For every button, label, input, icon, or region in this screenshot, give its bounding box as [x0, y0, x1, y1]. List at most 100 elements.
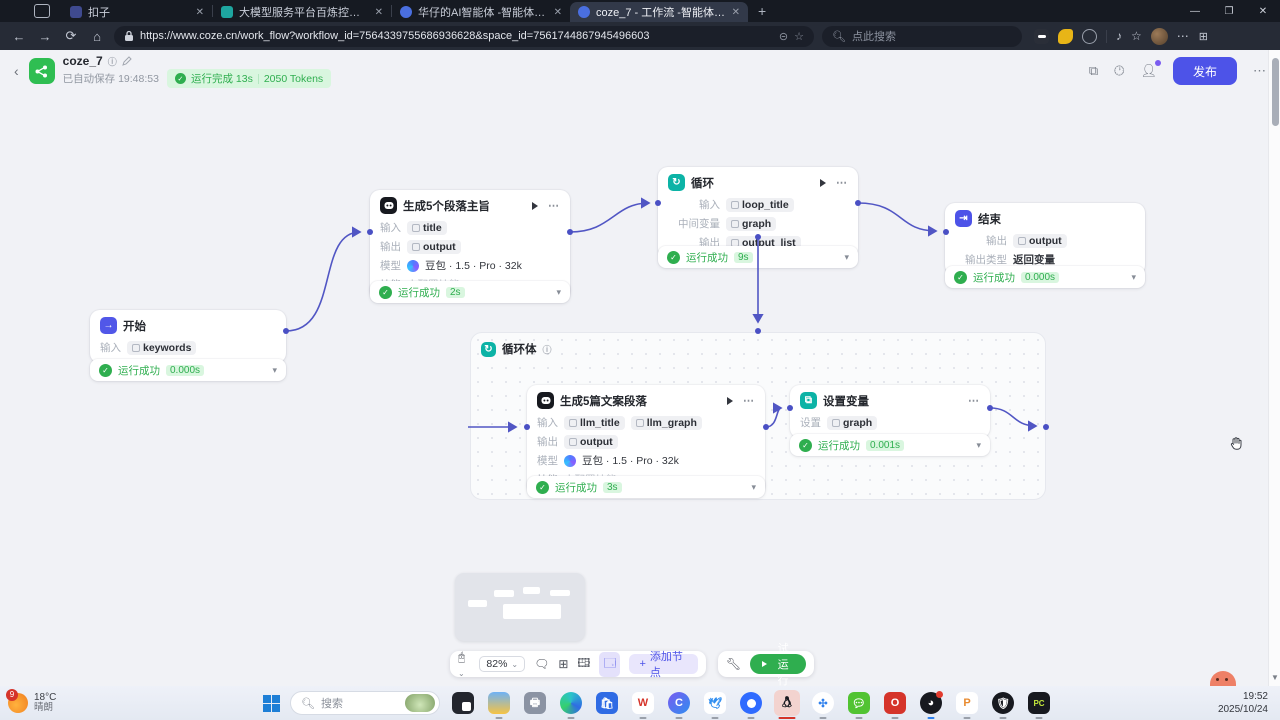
auto-layout-icon[interactable]: ⊞ [558, 657, 568, 671]
node-menu-icon[interactable]: ⋯ [548, 199, 560, 212]
tencent-meeting-icon[interactable]: ✣ [810, 690, 836, 716]
workflow-canvas[interactable]: ‹ coze_7 ⓘ 已自动保存 19:48:53 ✓ 运行完成 13s 205… [0, 50, 1280, 686]
doubao-app-icon[interactable] [738, 690, 764, 716]
node-end[interactable]: ⇥ 结束 输出 output 输出类型 返回变量 [945, 203, 1145, 275]
llm-icon [380, 197, 397, 214]
qq-icon[interactable]: 🐧︎ [774, 690, 800, 716]
assistant-mascot[interactable] [1210, 671, 1236, 686]
tab-close-icon[interactable]: ✕ [554, 7, 562, 18]
sidebar-toggle-icon[interactable]: ⊞ [1199, 30, 1208, 43]
p-app-icon[interactable]: P [954, 690, 980, 716]
obs-icon[interactable]: ◕ [918, 690, 944, 716]
page-scrollbar[interactable]: ▼ [1268, 50, 1280, 686]
media-control-icon[interactable]: ♪ [1116, 29, 1122, 43]
taskbar-clock[interactable]: 19:52 2025/10/24 [1218, 690, 1280, 716]
minimize-button[interactable]: — [1178, 0, 1212, 22]
tab-close-icon[interactable]: ✕ [196, 7, 204, 18]
address-bar[interactable]: https://www.coze.cn/work_flow?workflow_i… [114, 26, 814, 47]
bird-app-icon[interactable]: 🕊︎ [702, 690, 728, 716]
node-loop[interactable]: ↻ 循环 ⋯ 输入 loop_title 中间变量 graph 输出 outpu… [658, 167, 858, 258]
comment-icon[interactable]: 🗨︎ [534, 657, 549, 671]
node-set-variable[interactable]: ⧉ 设置变量 ⋯ 设置 graph [790, 385, 990, 438]
run-node-icon[interactable] [532, 202, 538, 210]
debug-tool-icon[interactable]: 🔧︎ [726, 657, 741, 671]
device-manager-icon[interactable]: 🖶︎ [522, 690, 548, 716]
file-explorer-icon[interactable] [486, 690, 512, 716]
minimap[interactable] [455, 573, 585, 641]
red-o-app-icon[interactable]: O [882, 690, 908, 716]
chevron-down-icon[interactable]: ▾ [751, 482, 756, 493]
node-menu-icon[interactable]: ⋯ [743, 394, 755, 407]
edit-icon[interactable] [122, 56, 132, 66]
node-set-variable-status[interactable]: ✓ 运行成功 0.001s ▾ [790, 434, 990, 456]
quark-browser-icon[interactable]: C [666, 690, 692, 716]
new-tab-button[interactable]: + [758, 3, 766, 19]
node-loop-status[interactable]: ✓ 运行成功 9s ▾ [658, 246, 858, 268]
node-menu-icon[interactable]: ⋯ [968, 394, 980, 407]
run-node-icon[interactable] [727, 397, 733, 405]
extension-paw-icon[interactable] [1058, 29, 1073, 44]
favorites-icon[interactable]: ☆ [1131, 29, 1142, 43]
chevron-down-icon[interactable]: ▾ [1131, 272, 1136, 283]
tab-close-icon[interactable]: ✕ [732, 7, 740, 18]
back-chevron-icon[interactable]: ‹ [14, 63, 19, 79]
chevron-down-icon[interactable]: ▾ [976, 440, 981, 451]
wps-icon[interactable]: W [630, 690, 656, 716]
var-type-icon [132, 344, 140, 352]
node-start-status[interactable]: ✓ 运行成功 0.000s ▾ [90, 359, 286, 381]
add-node-button[interactable]: + 添加节点 [629, 654, 698, 674]
test-run-button[interactable]: 试运行 [750, 654, 806, 674]
screenshot-icon[interactable]: 🖽︎ [577, 654, 590, 675]
extension-head-icon[interactable] [1082, 29, 1097, 44]
node-start[interactable]: → 开始 输入 keywords [90, 310, 286, 363]
node-llm-paragraphs-status[interactable]: ✓ 运行成功 3s ▾ [527, 476, 765, 498]
publish-button[interactable]: 发布 [1173, 57, 1237, 85]
browser-menu-icon[interactable]: ⋯ [1177, 29, 1190, 43]
back-icon[interactable]: ← [10, 29, 28, 44]
task-view-icon[interactable] [450, 690, 476, 716]
bookmark-star-icon[interactable]: ☆ [794, 30, 804, 43]
run-complete-badge[interactable]: ✓ 运行完成 13s 2050 Tokens [167, 69, 331, 88]
chevron-down-icon[interactable]: ▾ [844, 252, 849, 263]
node-llm-outline-status[interactable]: ✓ 运行成功 2s ▾ [370, 281, 570, 303]
wechat-icon[interactable]: 💬︎ [846, 690, 872, 716]
close-button[interactable]: ✕ [1246, 0, 1280, 22]
refresh-icon[interactable]: ⟳ [62, 28, 80, 44]
edge-browser-icon[interactable] [558, 690, 584, 716]
shield-app-icon[interactable]: 🛡︎ [990, 690, 1016, 716]
node-end-status[interactable]: ✓ 运行成功 0.000s ▾ [945, 266, 1145, 288]
start-button[interactable] [263, 695, 280, 712]
more-options-icon[interactable]: ⋯ [1253, 63, 1266, 79]
duplicate-icon[interactable]: ⧉ [1089, 63, 1098, 79]
scrollbar-thumb[interactable] [1272, 58, 1279, 126]
cursor-mode-icon[interactable]: 🖰︎⌄ [458, 650, 470, 679]
tab-koudzi[interactable]: 扣子 ✕ [62, 2, 212, 22]
minimap-toggle-icon[interactable]: 🗔︎ [599, 652, 620, 677]
extension-panda-icon[interactable] [1034, 29, 1049, 44]
zoom-out-icon[interactable]: ⊝ [779, 30, 788, 43]
tab-coze7-active[interactable]: coze_7 - 工作流 -智能体平台 ✕ [570, 2, 748, 22]
restore-button[interactable]: ❐ [1212, 0, 1246, 22]
zoom-level-dropdown[interactable]: 82% ⌄ [479, 656, 525, 672]
chevron-down-icon[interactable]: ▾ [272, 365, 277, 376]
weather-widget[interactable]: 9 18°C 晴朗 [0, 692, 56, 714]
chevron-down-icon[interactable]: ▾ [556, 287, 561, 298]
taskbar-search-box[interactable]: 🔍︎ 搜索 [290, 691, 440, 715]
profile-avatar[interactable] [1151, 28, 1168, 45]
info-icon[interactable]: ⓘ [108, 55, 117, 68]
tab-bailian[interactable]: 大模型服务平台百炼控制台 ✕ [213, 2, 391, 22]
browser-search-box[interactable]: 🔍︎ 点此搜索 [822, 26, 1022, 47]
home-icon[interactable]: ⌂ [88, 29, 106, 44]
history-clock-icon[interactable]: 🕐︎ [1114, 63, 1124, 79]
pycharm-icon[interactable]: PC [1026, 690, 1052, 716]
scroll-down-arrow-icon[interactable]: ▼ [1271, 673, 1279, 682]
run-node-icon[interactable] [820, 179, 826, 187]
microsoft-store-icon[interactable]: 🛍︎ [594, 690, 620, 716]
node-menu-icon[interactable]: ⋯ [836, 176, 848, 189]
info-icon[interactable]: ⓘ [543, 343, 552, 356]
workspaces-icon[interactable] [34, 4, 50, 18]
collaborators-icon[interactable]: 👤︎ [1140, 63, 1157, 79]
tab-agent[interactable]: 华仔的AI智能体 -智能体 - 扣子 ✕ [392, 2, 570, 22]
tab-close-icon[interactable]: ✕ [375, 7, 383, 18]
forward-icon[interactable]: → [36, 29, 54, 44]
